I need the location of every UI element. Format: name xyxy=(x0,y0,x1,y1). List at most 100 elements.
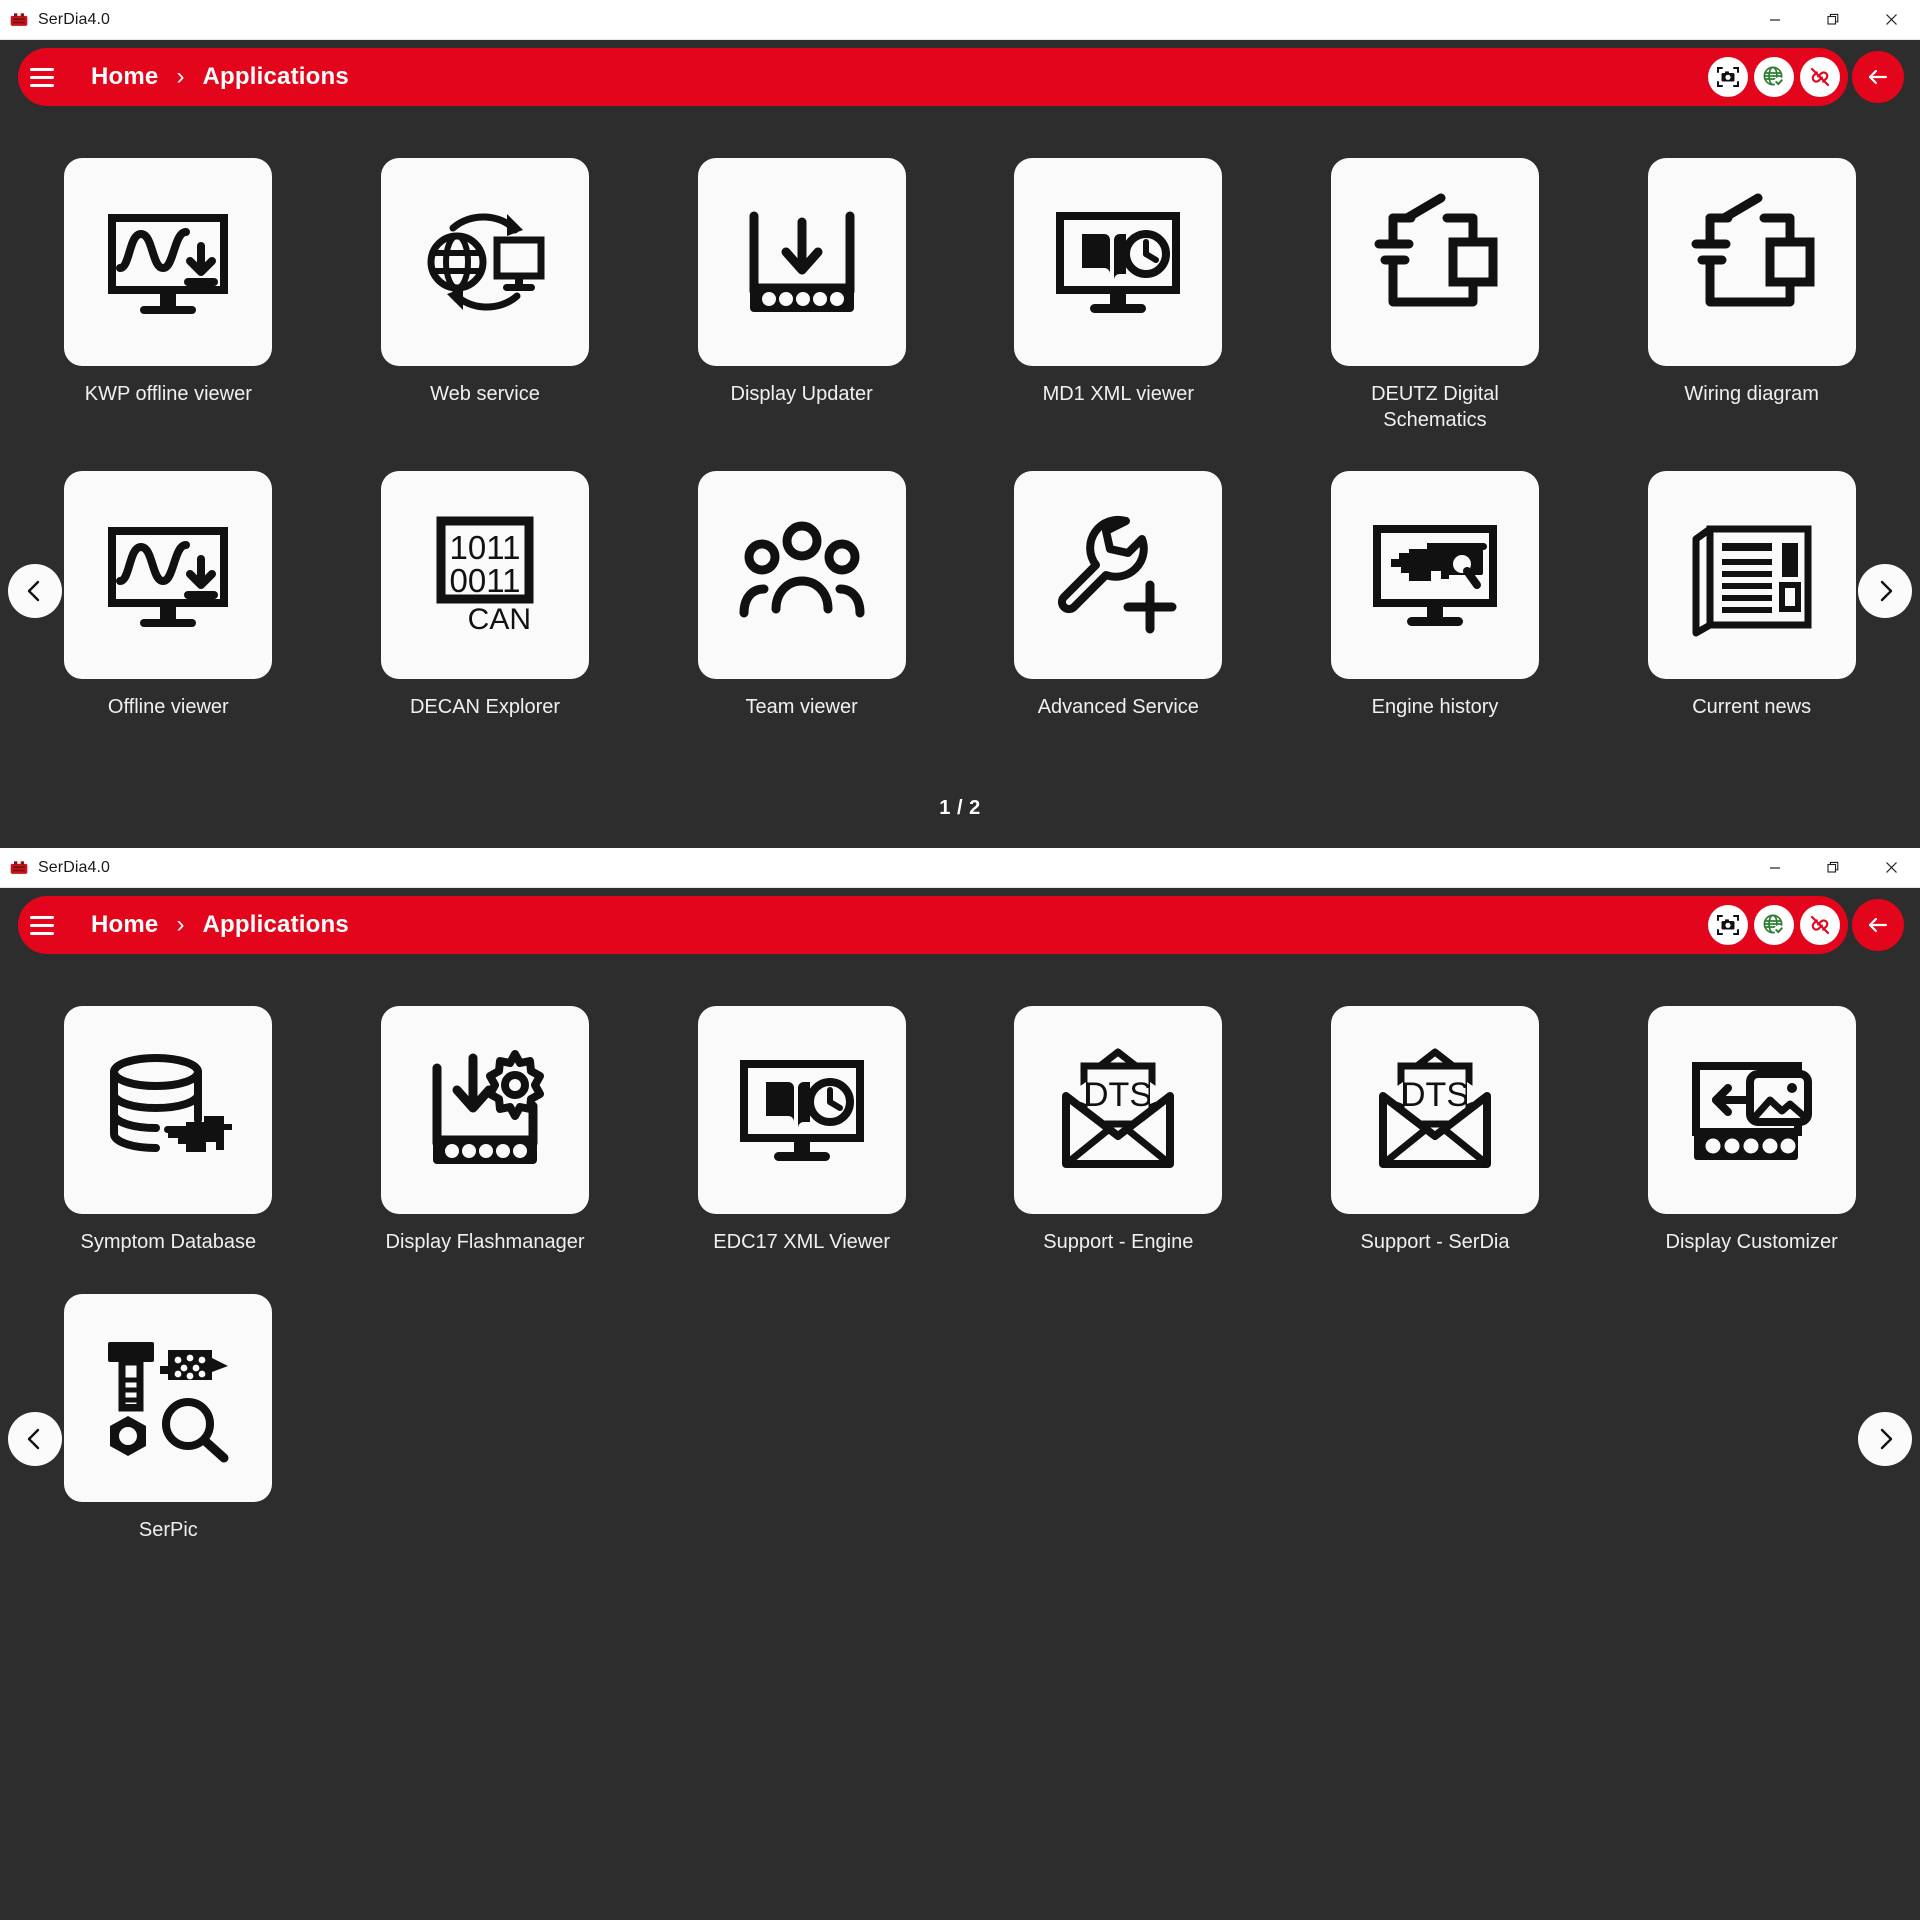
chevron-right-icon: › xyxy=(176,911,185,938)
app-tile-symptom-database[interactable]: Symptom Database xyxy=(10,1006,327,1256)
app-tile-display-updater[interactable]: Display Updater xyxy=(643,158,960,433)
app-grid-row-2: SerPic xyxy=(10,1256,1910,1544)
tile-label: Symptom Database xyxy=(80,1231,257,1253)
applications-content-page-2: Symptom Database Display Flashmanager ED… xyxy=(0,954,1920,1543)
previous-page-button[interactable] xyxy=(8,564,62,618)
tile-label: DECAN Explorer xyxy=(409,696,561,719)
tile-surface xyxy=(64,158,273,366)
next-page-button[interactable] xyxy=(1858,564,1912,618)
globe-online-button[interactable] xyxy=(1754,905,1794,945)
app-tile-serpic[interactable]: SerPic xyxy=(10,1293,327,1544)
display-image-arrow-icon xyxy=(1691,1062,1812,1160)
previous-page-button[interactable] xyxy=(8,1412,62,1466)
monitor-engine-magnifier-icon xyxy=(1372,525,1497,627)
app-header-window-1: Home › Applications xyxy=(10,48,1910,106)
app-tile-web-service[interactable]: Web service xyxy=(327,158,644,433)
app-tile-support-engine[interactable]: DTS Support - Engine xyxy=(960,1006,1277,1256)
tile-surface xyxy=(1330,158,1539,366)
hamburger-line xyxy=(30,923,54,927)
hamburger-menu-button[interactable] xyxy=(19,902,65,948)
breadcrumb-item-home[interactable]: Home xyxy=(91,63,158,91)
app-tile-support-serdia[interactable]: DTS Support - SerDia xyxy=(1277,1006,1594,1256)
applications-content-page-1: KWP offline viewer Web service Display U… xyxy=(0,106,1920,820)
tile-label: Advanced Service xyxy=(1037,696,1199,719)
restore-button[interactable] xyxy=(1804,848,1862,888)
app-logo-icon xyxy=(10,12,28,26)
app-tile-decan-explorer[interactable]: 1011 0011 CAN DECAN Explorer xyxy=(327,471,644,721)
tile-surface xyxy=(64,471,273,680)
app-tile-empty xyxy=(1593,1294,1910,1544)
tile-label: Team viewer xyxy=(745,696,858,719)
chevron-left-icon xyxy=(27,1428,40,1450)
app-tile-wiring-diagram[interactable]: Wiring diagram xyxy=(1593,158,1910,433)
back-button[interactable] xyxy=(1852,899,1904,951)
app-tile-display-flashmanager[interactable]: Display Flashmanager xyxy=(327,1006,644,1256)
app-grid-row-1: Symptom Database Display Flashmanager ED… xyxy=(10,954,1910,1256)
tile-surface xyxy=(697,1006,906,1214)
page-indicator: 1 / 2 xyxy=(939,796,981,819)
hamburger-menu-button[interactable] xyxy=(19,54,65,100)
app-header-window-2: Home › Applications xyxy=(10,896,1910,954)
app-tile-empty xyxy=(643,1294,960,1544)
restore-button[interactable] xyxy=(1804,0,1862,40)
window-title: SerDia4.0 xyxy=(38,10,111,28)
tile-label: Display Updater xyxy=(730,383,873,405)
disconnect-link-button[interactable] xyxy=(1800,57,1840,97)
hamburger-line xyxy=(30,67,54,71)
disconnect-link-icon xyxy=(1810,915,1830,935)
wrench-plus-icon xyxy=(1058,516,1177,634)
close-button[interactable] xyxy=(1862,848,1920,888)
app-tile-engine-history[interactable]: Engine history xyxy=(1277,471,1594,721)
app-tile-kwp-offline-viewer[interactable]: KWP offline viewer xyxy=(10,158,327,433)
tile-surface xyxy=(1330,471,1539,680)
bus-label: CAN xyxy=(468,603,531,636)
chevron-left-icon xyxy=(27,580,40,602)
app-tile-md1-xml-viewer[interactable]: MD1 XML viewer xyxy=(960,158,1277,433)
app-tile-advanced-service[interactable]: Advanced Service xyxy=(960,471,1277,721)
tile-surface xyxy=(1647,158,1856,366)
tile-surface: 1011 0011 CAN xyxy=(380,471,589,680)
hamburger-line xyxy=(30,915,54,919)
back-button[interactable] xyxy=(1852,51,1904,103)
tile-surface: DTS xyxy=(1014,1006,1223,1214)
breadcrumb-item-applications[interactable]: Applications xyxy=(202,63,348,91)
display-download-gear-icon xyxy=(432,1050,544,1164)
hamburger-line xyxy=(30,83,54,87)
next-page-button[interactable] xyxy=(1858,1412,1912,1466)
breadcrumb-item-applications[interactable]: Applications xyxy=(202,911,348,939)
binary-can-icon: 1011 0011 CAN xyxy=(436,516,534,636)
screenshot-camera-button[interactable] xyxy=(1708,57,1748,97)
tile-label: Wiring diagram xyxy=(1684,383,1819,405)
app-tile-empty xyxy=(1277,1294,1594,1544)
chevron-right-icon xyxy=(1880,580,1893,602)
app-tile-edc17-xml-viewer[interactable]: EDC17 XML Viewer xyxy=(643,1006,960,1256)
breadcrumb-item-home[interactable]: Home xyxy=(91,911,158,939)
titlebar-window-1: SerDia4.0 xyxy=(0,0,1920,40)
tile-label: Display Customizer xyxy=(1665,1231,1838,1253)
tile-label: SerPic xyxy=(138,1518,198,1541)
tile-surface xyxy=(1014,471,1223,680)
display-download-arrow-icon xyxy=(749,211,855,312)
disconnect-link-button[interactable] xyxy=(1800,905,1840,945)
minimize-button[interactable] xyxy=(1746,0,1804,40)
envelope-dts-icon: DTS xyxy=(1062,1048,1175,1168)
database-engine-icon xyxy=(110,1054,233,1152)
app-tile-display-customizer[interactable]: Display Customizer xyxy=(1593,1006,1910,1256)
tile-surface xyxy=(1647,1006,1856,1214)
globe-online-button[interactable] xyxy=(1754,57,1794,97)
tile-surface xyxy=(380,1006,589,1214)
screenshot-camera-icon xyxy=(1717,915,1739,935)
close-button[interactable] xyxy=(1862,0,1920,40)
titlebar-window-2: SerDia4.0 xyxy=(0,848,1920,888)
tile-label: Current news xyxy=(1692,696,1812,719)
tile-label: Engine history xyxy=(1371,696,1499,719)
bolt-filter-nut-magnifier-icon xyxy=(108,1341,229,1463)
app-tile-empty xyxy=(327,1294,644,1544)
screenshot-camera-button[interactable] xyxy=(1708,905,1748,945)
globe-online-icon xyxy=(1763,914,1784,935)
screenshot-camera-icon xyxy=(1717,67,1739,87)
app-tile-deutz-digital-schematics[interactable]: DEUTZ Digital Schematics xyxy=(1277,158,1594,433)
app-tile-team-viewer[interactable]: Team viewer xyxy=(643,471,960,721)
minimize-button[interactable] xyxy=(1746,848,1804,888)
binary-line-1: 1011 xyxy=(450,529,521,566)
